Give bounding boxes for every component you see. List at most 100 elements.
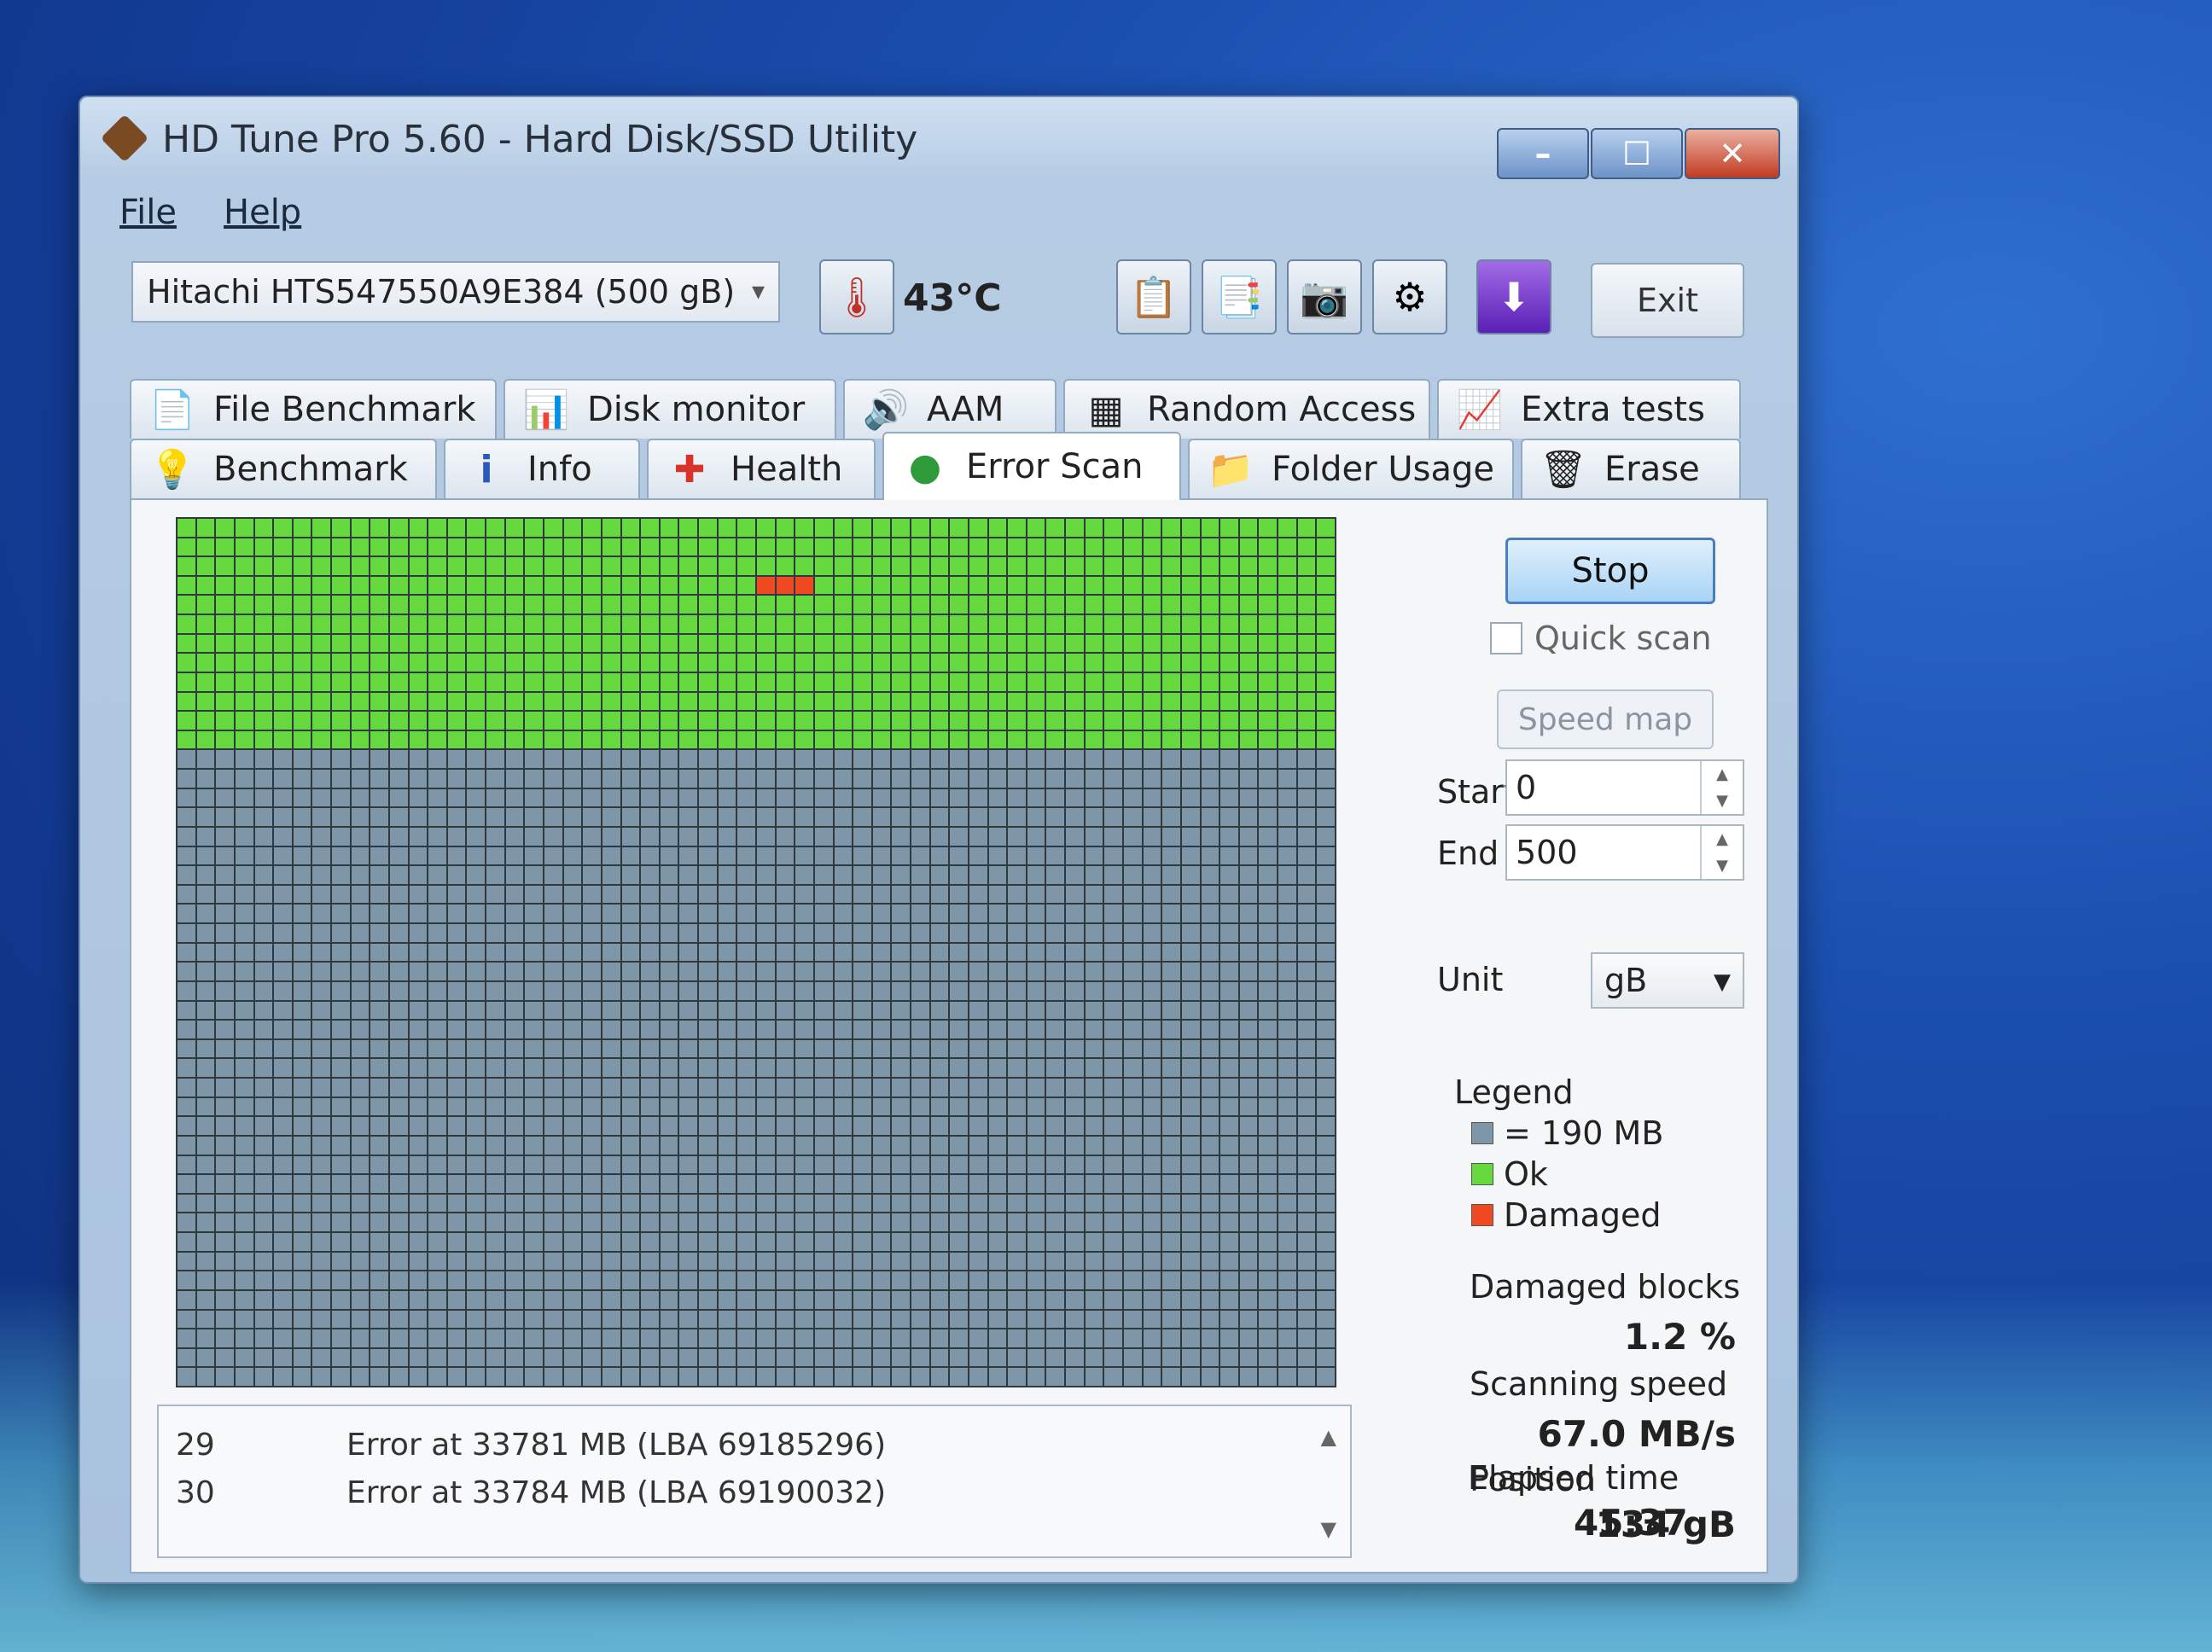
ok-block: [1085, 712, 1103, 730]
unscanned-block: [718, 808, 736, 826]
download-icon[interactable]: ⬇: [1476, 259, 1551, 334]
ok-block: [602, 654, 620, 672]
ok-block: [293, 519, 311, 537]
ok-block: [1027, 634, 1045, 653]
stop-button[interactable]: Stop: [1505, 538, 1715, 604]
tab-aam[interactable]: 🔊 AAM: [843, 379, 1057, 439]
scroll-up-icon[interactable]: ▲: [1321, 1425, 1336, 1449]
legend-ok-label: Ok: [1504, 1155, 1548, 1193]
end-field[interactable]: 500 ▲ ▼: [1505, 824, 1744, 881]
ok-block: [1220, 692, 1238, 711]
unscanned-block: [486, 963, 504, 980]
ok-block: [332, 692, 350, 711]
unscanned-block: [544, 981, 562, 1000]
unscanned-block: [930, 943, 949, 962]
unscanned-block: [1124, 770, 1142, 788]
checkbox-box[interactable]: [1490, 622, 1522, 654]
copy-all-icon[interactable]: 📑: [1202, 259, 1277, 334]
title-bar[interactable]: HD Tune Pro 5.60 - Hard Disk/SSD Utility…: [80, 97, 1797, 183]
unscanned-block: [1008, 924, 1026, 942]
close-button[interactable]: ✕: [1685, 128, 1780, 179]
tab-health[interactable]: ✚ Health: [647, 439, 876, 498]
unscanned-block: [312, 905, 331, 923]
tab-folder-usage[interactable]: 📁 Folder Usage: [1188, 439, 1514, 498]
unscanned-block: [1297, 1021, 1316, 1038]
tab-erase[interactable]: 🗑 Erase: [1521, 439, 1741, 498]
ok-block: [1143, 634, 1161, 653]
unscanned-block: [834, 866, 853, 884]
ok-block: [737, 672, 755, 691]
tab-info[interactable]: i Info: [444, 439, 640, 498]
tab-disk-monitor[interactable]: 📊 Disk monitor: [504, 379, 836, 439]
ok-block: [795, 615, 813, 633]
maximize-button[interactable]: ☐: [1591, 128, 1683, 179]
start-spinner[interactable]: ▲ ▼: [1700, 761, 1743, 814]
unscanned-block: [911, 788, 929, 807]
copy-icon[interactable]: 📋: [1116, 259, 1191, 334]
ok-block: [1104, 672, 1123, 691]
unscanned-block: [254, 1039, 273, 1058]
unscanned-block: [641, 1079, 659, 1096]
ok-block: [1124, 519, 1142, 537]
scroll-down-icon[interactable]: ▼: [1321, 1517, 1336, 1541]
unscanned-block: [196, 1194, 215, 1213]
unscanned-block: [447, 1310, 466, 1329]
unscanned-block: [911, 981, 929, 1000]
speed-map-button[interactable]: Speed map: [1497, 689, 1714, 749]
drive-select[interactable]: Hitachi HTS547550A9E384 (500 gB) ▾: [131, 261, 780, 323]
ok-block: [950, 596, 968, 614]
ok-block: [660, 576, 678, 595]
unit-select[interactable]: gB ▼: [1591, 952, 1744, 1009]
end-spinner[interactable]: ▲ ▼: [1700, 826, 1743, 879]
screenshot-icon[interactable]: 📷: [1287, 259, 1362, 334]
tab-error-scan[interactable]: ● Error Scan: [882, 432, 1181, 500]
minimize-button[interactable]: –: [1497, 128, 1589, 179]
unscanned-block: [196, 1175, 215, 1193]
unscanned-block: [892, 963, 911, 980]
tab-random-access[interactable]: ▦ Random Access: [1063, 379, 1430, 439]
unscanned-block: [950, 885, 968, 904]
tab-file-benchmark[interactable]: 📄 File Benchmark: [130, 379, 497, 439]
unscanned-block: [660, 808, 678, 826]
ok-block: [911, 634, 929, 653]
ok-block: [1104, 712, 1123, 730]
tab-benchmark[interactable]: 💡 Benchmark: [130, 439, 437, 498]
menu-help[interactable]: Help: [224, 193, 301, 232]
options-icon[interactable]: ⚙: [1372, 259, 1447, 334]
unscanned-block: [1181, 963, 1200, 980]
start-field[interactable]: 0 ▲ ▼: [1505, 759, 1744, 816]
unscanned-block: [274, 808, 292, 826]
unscanned-block: [544, 1117, 562, 1135]
unscanned-block: [969, 1194, 987, 1213]
unscanned-block: [641, 1252, 659, 1271]
ok-block: [1143, 712, 1161, 730]
unscanned-block: [853, 1310, 871, 1329]
unscanned-block: [351, 943, 370, 962]
unscanned-block: [892, 1155, 911, 1174]
unscanned-block: [950, 1233, 968, 1251]
error-log[interactable]: 29 Error at 33781 MB (LBA 69185296) 30 E…: [157, 1405, 1352, 1558]
unscanned-block: [525, 788, 544, 807]
unscanned-block: [563, 827, 582, 846]
unscanned-block: [1297, 1001, 1316, 1020]
ok-block: [853, 557, 871, 575]
unscanned-block: [583, 1194, 601, 1213]
unscanned-block: [988, 1175, 1007, 1193]
ok-block: [332, 654, 350, 672]
menu-file[interactable]: File: [119, 193, 177, 232]
ok-block: [196, 615, 215, 633]
ok-block: [486, 634, 504, 653]
unscanned-block: [911, 1213, 929, 1232]
unscanned-block: [486, 905, 504, 923]
exit-button[interactable]: Exit: [1591, 263, 1744, 338]
thermometer-icon[interactable]: 🌡: [819, 259, 894, 334]
quick-scan-checkbox[interactable]: Quick scan: [1490, 620, 1712, 657]
legend-damaged: Damaged: [1471, 1196, 1661, 1234]
unscanned-block: [196, 1117, 215, 1135]
unscanned-block: [351, 1039, 370, 1058]
ok-block: [911, 672, 929, 691]
ok-block: [969, 557, 987, 575]
tab-extra-tests[interactable]: 📈 Extra tests: [1437, 379, 1741, 439]
unscanned-block: [1239, 924, 1258, 942]
unscanned-block: [892, 846, 911, 865]
